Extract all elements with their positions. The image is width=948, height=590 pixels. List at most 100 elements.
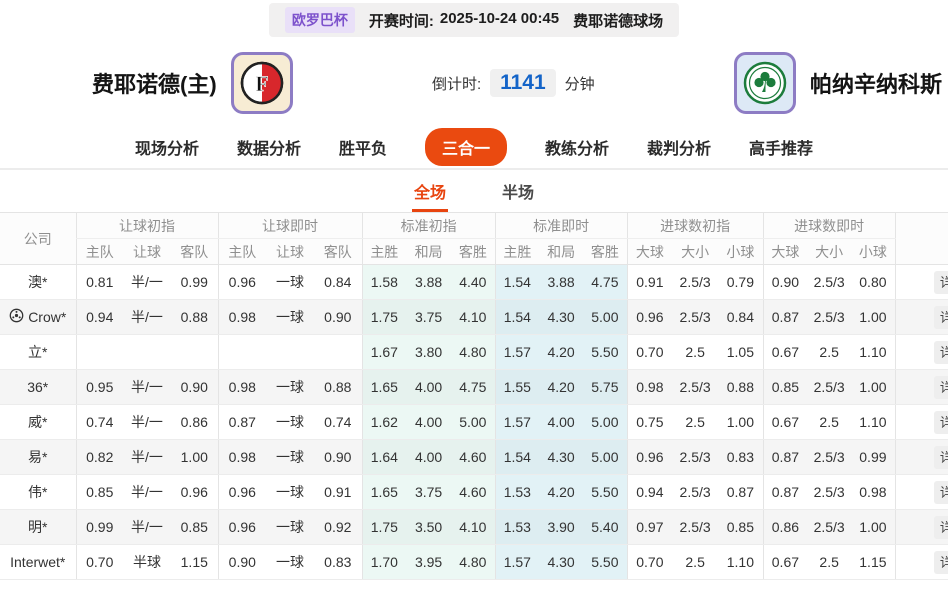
odds-cell-goals_live-1: 2.5/3 xyxy=(807,440,851,475)
odds-cell-euro_initial-2: 4.75 xyxy=(451,370,495,405)
nav-tab-4[interactable]: 教练分析 xyxy=(545,135,609,159)
odds-cell-goals_live-1: 2.5/3 xyxy=(807,475,851,510)
odds-cell-handicap_live-1: 一球 xyxy=(266,510,314,545)
odds-cell-euro_initial-0: 1.67 xyxy=(362,335,406,370)
countdown-value: 1141 xyxy=(490,69,556,97)
odds-cell-euro_live-2: 5.40 xyxy=(583,510,627,545)
odds-cell-euro_initial-1: 3.88 xyxy=(406,265,451,300)
odds-table-body: 澳*0.81半/一0.990.96一球0.841.583.884.401.543… xyxy=(0,265,948,580)
bookmaker-name-wrap: Crow* xyxy=(1,308,75,326)
subcol-header-handicap_initial-0: 主队 xyxy=(76,239,123,265)
odds-row: 威*0.74半/一0.860.87一球0.741.624.005.001.574… xyxy=(0,405,948,440)
odds-cell-euro_live-0: 1.54 xyxy=(495,265,539,300)
odds-cell-goals_live-0: 0.90 xyxy=(763,265,807,300)
odds-cell-goals_live-1: 2.5/3 xyxy=(807,510,851,545)
odds-cell-goals_initial-0: 0.94 xyxy=(627,475,672,510)
bookmaker-name: 36* xyxy=(27,379,48,395)
odds-cell-handicap_live-0 xyxy=(218,335,266,370)
odds-cell-euro_live-2: 5.50 xyxy=(583,475,627,510)
scope-tab-1[interactable]: 半场 xyxy=(500,171,536,212)
detail-button[interactable]: 详 xyxy=(934,271,948,294)
bookmaker-name-cell: 36* xyxy=(0,370,76,405)
home-team: 费耶诺德(主) F xyxy=(92,52,293,114)
odds-cell-handicap_live-1: 一球 xyxy=(266,545,314,580)
odds-cell-goals_live-1: 2.5/3 xyxy=(807,300,851,335)
odds-cell-handicap_initial-2: 0.90 xyxy=(171,370,218,405)
nav-tab-6[interactable]: 高手推荐 xyxy=(749,135,813,159)
away-team: 帕纳辛纳科斯 xyxy=(734,52,942,114)
group-header-goals_live: 进球数即时 xyxy=(763,213,895,239)
odds-cell-euro_live-2: 5.00 xyxy=(583,300,627,335)
odds-cell-euro_initial-0: 1.58 xyxy=(362,265,406,300)
odds-cell-handicap_live-0: 0.90 xyxy=(218,545,266,580)
detail-button[interactable]: 详 xyxy=(934,481,948,504)
detail-button[interactable]: 详 xyxy=(934,341,948,364)
odds-cell-goals_live-1: 2.5 xyxy=(807,545,851,580)
bookmaker-name: 易* xyxy=(28,447,47,467)
odds-cell-handicap_initial-1: 半球 xyxy=(123,545,171,580)
nav-tab-5[interactable]: 裁判分析 xyxy=(647,135,711,159)
home-team-name: 费耶诺德(主) xyxy=(92,67,217,99)
bookmaker-name-wrap: 立* xyxy=(1,342,75,362)
row-actions-cell: 详统 xyxy=(895,265,948,300)
odds-cell-goals_initial-2: 0.88 xyxy=(718,370,763,405)
subcol-header-goals_live-0: 大球 xyxy=(763,239,807,265)
odds-cell-euro_initial-0: 1.75 xyxy=(362,510,406,545)
league-badge[interactable]: 欧罗巴杯 xyxy=(285,7,355,33)
odds-cell-goals_live-1: 2.5/3 xyxy=(807,370,851,405)
odds-cell-goals_initial-0: 0.70 xyxy=(627,335,672,370)
odds-cell-euro_initial-1: 3.95 xyxy=(406,545,451,580)
odds-cell-euro_initial-1: 3.75 xyxy=(406,300,451,335)
odds-cell-handicap_initial-0: 0.81 xyxy=(76,265,123,300)
venue-name: 费耶诺德球场 xyxy=(573,10,663,31)
odds-cell-goals_initial-2: 1.05 xyxy=(718,335,763,370)
odds-cell-goals_initial-2: 0.84 xyxy=(718,300,763,335)
odds-cell-handicap_initial-0: 0.99 xyxy=(76,510,123,545)
bookmaker-name-wrap: 易* xyxy=(1,447,75,467)
group-header-handicap_live: 让球即时 xyxy=(218,213,362,239)
odds-cell-euro_initial-2: 4.60 xyxy=(451,440,495,475)
odds-cell-handicap_live-2: 0.92 xyxy=(314,510,362,545)
detail-button[interactable]: 详 xyxy=(934,306,948,329)
bookmaker-name-wrap: 36* xyxy=(1,379,75,395)
nav-tab-0[interactable]: 现场分析 xyxy=(135,135,199,159)
bookmaker-name-wrap: Interwet* xyxy=(1,554,75,570)
odds-cell-euro_initial-2: 4.40 xyxy=(451,265,495,300)
odds-cell-euro_initial-1: 4.00 xyxy=(406,405,451,440)
row-actions-cell: 详统 xyxy=(895,405,948,440)
odds-cell-handicap_initial-1: 半/一 xyxy=(123,440,171,475)
row-actions-cell: 详统 xyxy=(895,335,948,370)
odds-row: 立*1.673.804.801.574.205.500.702.51.050.6… xyxy=(0,335,948,370)
odds-cell-handicap_live-2: 0.83 xyxy=(314,545,362,580)
detail-button[interactable]: 详 xyxy=(934,446,948,469)
odds-cell-goals_initial-1: 2.5 xyxy=(672,335,718,370)
bookmaker-name-wrap: 明* xyxy=(1,517,75,537)
detail-button[interactable]: 详 xyxy=(934,411,948,434)
odds-cell-goals_live-2: 1.10 xyxy=(851,405,895,440)
odds-cell-goals_live-1: 2.5 xyxy=(807,405,851,440)
odds-cell-goals_live-2: 1.00 xyxy=(851,510,895,545)
odds-cell-handicap_initial-1 xyxy=(123,335,171,370)
nav-tab-1[interactable]: 数据分析 xyxy=(237,135,301,159)
subcol-header-handicap_live-0: 主队 xyxy=(218,239,266,265)
scope-tab-0[interactable]: 全场 xyxy=(412,171,448,212)
bookmaker-name: 立* xyxy=(28,342,47,362)
group-header-euro_initial: 标准初指 xyxy=(362,213,495,239)
odds-cell-euro_initial-2: 4.80 xyxy=(451,545,495,580)
odds-cell-handicap_live-0: 0.98 xyxy=(218,440,266,475)
odds-cell-handicap_initial-1: 半/一 xyxy=(123,300,171,335)
odds-cell-euro_live-1: 4.30 xyxy=(539,545,583,580)
nav-tab-3[interactable]: 三合一 xyxy=(425,128,507,166)
odds-cell-goals_initial-2: 0.79 xyxy=(718,265,763,300)
odds-cell-goals_live-2: 0.99 xyxy=(851,440,895,475)
subcol-header-handicap_live-2: 客队 xyxy=(314,239,362,265)
nav-tab-2[interactable]: 胜平负 xyxy=(339,135,387,159)
odds-cell-euro_initial-2: 5.00 xyxy=(451,405,495,440)
detail-button[interactable]: 详 xyxy=(934,516,948,539)
detail-button[interactable]: 详 xyxy=(934,376,948,399)
home-team-logo-icon: F xyxy=(231,52,293,114)
odds-row: 伟*0.85半/一0.960.96一球0.911.653.754.601.534… xyxy=(0,475,948,510)
odds-cell-handicap_initial-0 xyxy=(76,335,123,370)
detail-button[interactable]: 详 xyxy=(934,551,948,574)
bookmaker-name-cell: 澳* xyxy=(0,265,76,300)
